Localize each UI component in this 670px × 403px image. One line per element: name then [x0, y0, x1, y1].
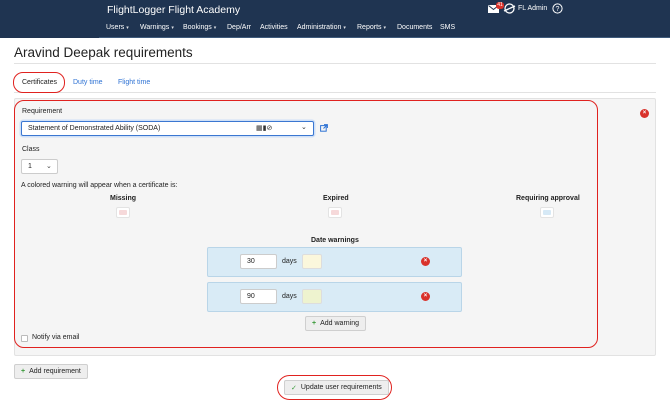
nav-administration[interactable]: Administration ▾	[297, 24, 346, 31]
status-requiring-label: Requiring approval	[516, 195, 580, 202]
requirement-select[interactable]: Statement of Demonstrated Ability (SODA)…	[21, 121, 314, 136]
date-warning-days-input[interactable]: 30	[240, 254, 277, 269]
class-select-value: 1	[28, 163, 32, 170]
chevron-down-icon: ⌄	[301, 124, 307, 131]
title-divider	[14, 63, 656, 64]
requirement-label: Requirement	[22, 108, 63, 115]
top-navigation-bar	[0, 0, 670, 38]
document-flags-icon: ▦▮⊘	[256, 125, 273, 132]
highlight-update-button	[277, 375, 392, 400]
status-missing-label: Missing	[110, 195, 137, 202]
highlight-certificates-tab	[13, 72, 65, 93]
nav-activities[interactable]: Activities	[260, 24, 288, 31]
date-warning-days-input[interactable]: 90	[240, 289, 277, 304]
nav-divider	[99, 37, 670, 38]
chevron-down-icon: ⌄	[46, 163, 52, 170]
plus-icon: +	[312, 320, 317, 327]
expired-color-swatch[interactable]	[328, 207, 342, 218]
plus-icon: +	[21, 368, 26, 375]
nav-documents[interactable]: Documents	[397, 24, 432, 31]
requiring-color-swatch[interactable]	[540, 207, 554, 218]
class-label: Class	[22, 146, 40, 153]
help-icon[interactable]: ?	[552, 3, 563, 16]
page-title: Aravind Deepak requirements	[14, 45, 193, 60]
external-link-icon[interactable]	[320, 124, 328, 134]
nav-warnings[interactable]: Warnings ▾	[140, 24, 174, 31]
notify-email-label: Notify via email	[32, 334, 80, 341]
days-unit-label: days	[282, 293, 297, 300]
nav-sms[interactable]: SMS	[440, 24, 455, 31]
add-warning-button[interactable]: + Add warning	[305, 316, 367, 331]
add-requirement-button[interactable]: + Add requirement	[14, 364, 88, 379]
nav-reports[interactable]: Reports ▾	[357, 24, 386, 31]
requirement-select-value: Statement of Demonstrated Ability (SODA)	[28, 125, 161, 132]
class-select[interactable]: 1 ⌄	[21, 159, 58, 174]
flightlogger-logo-icon	[503, 3, 516, 16]
days-unit-label: days	[282, 258, 297, 265]
remove-requirement-icon[interactable]: ×	[640, 109, 649, 118]
status-expired-label: Expired	[323, 195, 349, 202]
user-name[interactable]: FL Admin	[518, 5, 547, 12]
svg-text:?: ?	[556, 6, 560, 13]
date-warning-color-swatch[interactable]	[302, 254, 322, 269]
missing-color-swatch[interactable]	[116, 207, 130, 218]
nav-bookings[interactable]: Bookings ▾	[183, 24, 216, 31]
tabs-divider	[14, 92, 656, 93]
notify-email-checkbox[interactable]	[21, 335, 28, 342]
date-warnings-title: Date warnings	[311, 237, 359, 244]
academy-brand[interactable]: FlightLogger Flight Academy	[107, 4, 240, 16]
tab-duty-time[interactable]: Duty time	[73, 79, 103, 86]
delete-warning-icon[interactable]: ×	[421, 292, 430, 301]
nav-dep-arr[interactable]: Dep/Arr	[227, 24, 251, 31]
nav-users[interactable]: Users ▾	[106, 24, 129, 31]
delete-warning-icon[interactable]: ×	[421, 257, 430, 266]
warning-intro: A colored warning will appear when a cer…	[21, 182, 178, 189]
tab-flight-time[interactable]: Flight time	[118, 79, 150, 86]
date-warning-color-swatch[interactable]	[302, 289, 322, 304]
